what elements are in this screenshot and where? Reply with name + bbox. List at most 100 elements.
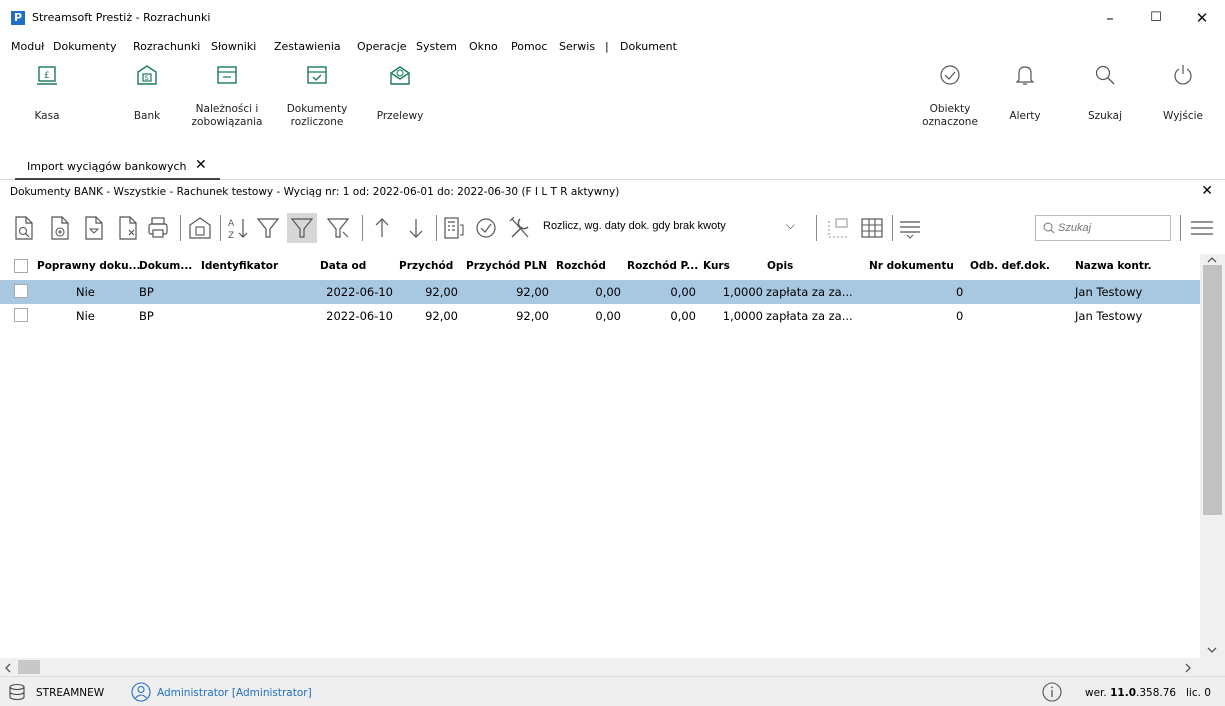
menu-rozrachunki[interactable]: Rozrachunki	[133, 40, 200, 53]
ribbon-naleznosci-button[interactable]: Należności i zobowiązania	[186, 58, 268, 146]
ribbon-dokumenty-rozliczone-button[interactable]: Dokumenty rozliczone	[282, 58, 352, 146]
cell-rozchod-p: 0,00	[670, 285, 696, 299]
menu-serwis[interactable]: Serwis	[559, 40, 595, 53]
hamburger-menu-icon[interactable]	[1190, 215, 1214, 241]
row-checkbox[interactable]	[14, 308, 28, 322]
table-icon[interactable]	[860, 215, 884, 241]
check-circle-icon	[940, 65, 960, 85]
ribbon-obiekty-label-2: oznaczone	[922, 116, 978, 128]
calculator-icon[interactable]	[442, 215, 466, 241]
ribbon-szukaj-button[interactable]: Szukaj	[1080, 58, 1130, 146]
ribbon-przelewy-button[interactable]: Przelewy	[370, 58, 430, 146]
receivables-icon	[217, 66, 237, 84]
scroll-right-icon[interactable]	[1184, 663, 1192, 673]
tools-icon[interactable]	[508, 215, 532, 241]
col-przychod[interactable]: Przychód	[399, 260, 453, 272]
menu-slowniki[interactable]: Słowniki	[211, 40, 256, 53]
cell-opis: zapłata za za...	[766, 285, 853, 299]
tab-import-wyciagow[interactable]: Import wyciągów bankowych ✕	[15, 151, 220, 180]
col-data-od[interactable]: Data od	[320, 260, 366, 272]
table-row[interactable]: Nie BP 2022-06-10 92,00 92,00 0,00 0,00 1,0000 z…	[0, 280, 1200, 304]
cell-dokum: BP	[139, 285, 154, 299]
col-opis[interactable]: Opis	[767, 260, 793, 272]
filter-icon	[290, 218, 314, 238]
scroll-down-icon[interactable]	[1207, 646, 1217, 654]
arrow-down-icon[interactable]	[404, 215, 428, 241]
ribbon-alerty-button[interactable]: Alerty	[1000, 58, 1050, 146]
cell-rozchod-p: 0,00	[670, 309, 696, 323]
delete-document-icon[interactable]	[116, 215, 140, 241]
scroll-left-icon[interactable]	[4, 663, 12, 673]
search-box[interactable]	[1035, 215, 1171, 241]
ribbon-obiekty-button[interactable]: Obiekty oznaczone	[920, 58, 980, 146]
select-all-checkbox[interactable]	[14, 259, 28, 273]
menu-dokumenty[interactable]: Dokumenty	[53, 40, 116, 53]
arrow-up-icon[interactable]	[370, 215, 394, 241]
row-checkbox[interactable]	[14, 284, 28, 298]
settlement-mode-select[interactable]: Rozlicz, wg. daty dok. gdy brak kwoty ⌵	[541, 215, 803, 239]
search-input[interactable]	[1058, 219, 1166, 237]
preview-document-icon[interactable]	[12, 215, 36, 241]
approve-circle-icon[interactable]	[474, 215, 498, 241]
cell-przychod-pln: 92,00	[516, 309, 549, 323]
bank-icon[interactable]	[188, 215, 212, 241]
horizontal-scrollbar[interactable]	[0, 658, 1225, 676]
sort-az-icon[interactable]: AZ	[226, 215, 250, 241]
toolbar-separator	[362, 215, 363, 241]
user-name[interactable]: Administrator [Administrator]	[157, 687, 312, 699]
ribbon-wyjscie-button[interactable]: Wyjście	[1155, 58, 1211, 146]
info-close-icon[interactable]: ✕	[1201, 183, 1213, 199]
database-name: STREAMNEW	[36, 687, 105, 699]
toolbar-separator	[892, 215, 893, 241]
filter-active-button[interactable]	[287, 213, 317, 243]
chevron-down-icon[interactable]: ⌵	[786, 218, 795, 233]
minimize-button[interactable]: –	[1087, 0, 1133, 36]
database-icon	[9, 683, 25, 701]
ribbon-bank-button[interactable]: S Bank	[122, 58, 172, 146]
ribbon-kasa-button[interactable]: £ Kasa	[22, 58, 72, 146]
print-icon[interactable]	[146, 215, 170, 241]
add-document-icon[interactable]	[48, 215, 72, 241]
menu-okno[interactable]: Okno	[469, 40, 498, 53]
col-nazwa-kontr[interactable]: Nazwa kontr.	[1075, 260, 1152, 272]
col-rozchod[interactable]: Rozchód	[556, 260, 606, 272]
maximize-button[interactable]: ☐	[1133, 0, 1179, 36]
tab-close-icon[interactable]: ✕	[195, 157, 207, 173]
info-icon[interactable]	[1042, 682, 1062, 702]
cell-poprawny: Nie	[76, 285, 95, 299]
menu-system[interactable]: System	[416, 40, 457, 53]
cell-dokum: BP	[139, 309, 154, 323]
col-identyfikator[interactable]: Identyfikator	[201, 260, 278, 272]
menu-zestawienia[interactable]: Zestawienia	[274, 40, 341, 53]
group-rows-icon[interactable]	[898, 215, 922, 241]
cell-nazwa: Jan Testowy	[1075, 309, 1143, 323]
svg-text:A: A	[228, 219, 235, 229]
col-przychod-pln[interactable]: Przychód PLN	[466, 260, 547, 272]
version-major: 11.0	[1110, 687, 1137, 699]
vertical-scroll-thumb[interactable]	[1203, 265, 1222, 515]
close-button[interactable]: ✕	[1179, 0, 1225, 36]
col-poprawny[interactable]: Poprawny doku...	[37, 260, 141, 272]
license-text: lic. 0	[1186, 687, 1211, 699]
edit-document-icon[interactable]	[82, 215, 106, 241]
col-nr-dokumentu[interactable]: Nr dokumentu	[869, 260, 954, 272]
table-row[interactable]: Nie BP 2022-06-10 92,00 92,00 0,00 0,00 1,0000 z…	[0, 304, 1200, 328]
version-prefix: wer.	[1085, 687, 1107, 699]
col-kurs[interactable]: Kurs	[703, 260, 730, 272]
filter-clear-icon[interactable]	[326, 215, 350, 241]
col-odb-def-dok[interactable]: Odb. def.dok.	[970, 260, 1050, 272]
menu-modul[interactable]: Moduł	[11, 40, 44, 53]
menu-dokument[interactable]: Dokument	[620, 40, 677, 53]
filter-edit-icon[interactable]	[256, 215, 280, 241]
col-rozchod-p[interactable]: Rozchód P...	[627, 260, 698, 272]
settled-documents-icon	[307, 66, 327, 84]
menu-operacje[interactable]: Operacje	[357, 40, 407, 53]
scroll-up-icon[interactable]	[1207, 256, 1217, 264]
horizontal-scroll-thumb[interactable]	[18, 660, 40, 674]
grid-layout-icon[interactable]	[826, 215, 850, 241]
version-text: wer. 11.0.358.76	[1085, 687, 1176, 699]
menu-pomoc[interactable]: Pomoc	[511, 40, 547, 53]
ribbon-naleznosci-label-1: Należności i	[195, 103, 259, 115]
cell-przychod-pln: 92,00	[516, 285, 549, 299]
col-dokum[interactable]: Dokum...	[139, 260, 192, 272]
